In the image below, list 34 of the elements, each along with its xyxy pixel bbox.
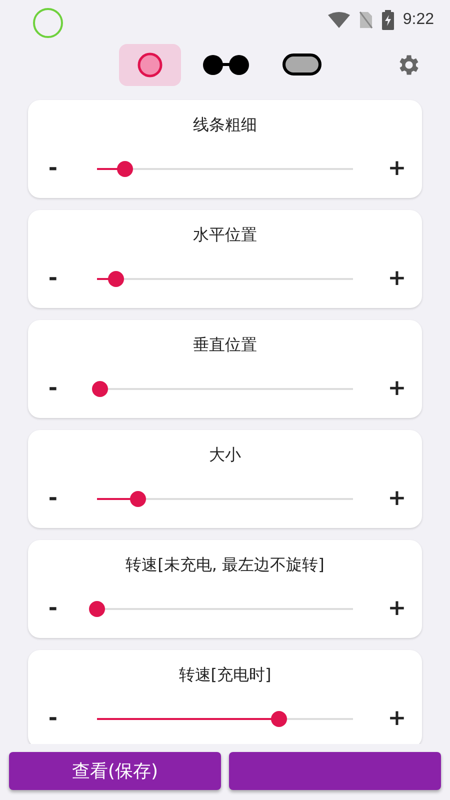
increase-button[interactable]: +: [372, 156, 422, 181]
decrease-button[interactable]: -: [28, 706, 78, 731]
decrease-button[interactable]: -: [28, 376, 78, 401]
setting-title: 转速[未充电, 最左边不旋转]: [126, 555, 324, 576]
setting-title: 大小: [209, 445, 241, 466]
two-dots-icon: [202, 53, 250, 77]
decrease-button[interactable]: -: [28, 156, 78, 181]
slider-thumb[interactable]: [130, 490, 146, 506]
increase-button[interactable]: +: [372, 266, 422, 291]
increase-button[interactable]: +: [372, 706, 422, 731]
ring-icon: [137, 52, 163, 78]
status-time: 9:22: [402, 11, 434, 29]
wifi-icon: [328, 12, 350, 28]
increase-button[interactable]: +: [372, 486, 422, 511]
setting-title: 垂直位置: [193, 335, 257, 356]
increase-button[interactable]: +: [372, 596, 422, 621]
ring-icon: [32, 7, 64, 39]
view-save-button[interactable]: 查看(保存): [9, 752, 221, 790]
setting-title: 水平位置: [193, 225, 257, 246]
setting-title: 线条粗细: [193, 115, 257, 136]
no-sim-icon: [358, 11, 373, 29]
ring-mode-tab[interactable]: [119, 44, 181, 86]
increase-button[interactable]: +: [372, 376, 422, 401]
decrease-button[interactable]: -: [28, 596, 78, 621]
decrease-button[interactable]: -: [28, 486, 78, 511]
decrease-button[interactable]: -: [28, 266, 78, 291]
pill-icon: [282, 53, 322, 77]
slider-thumb[interactable]: [89, 600, 105, 616]
slider-thumb[interactable]: [117, 160, 134, 176]
battery-charging-icon: [382, 10, 394, 30]
slider-thumb[interactable]: [92, 380, 108, 396]
slider-thumb[interactable]: [270, 710, 287, 726]
setting-title: 转速[充电时]: [178, 665, 272, 686]
slider-thumb[interactable]: [108, 270, 124, 286]
